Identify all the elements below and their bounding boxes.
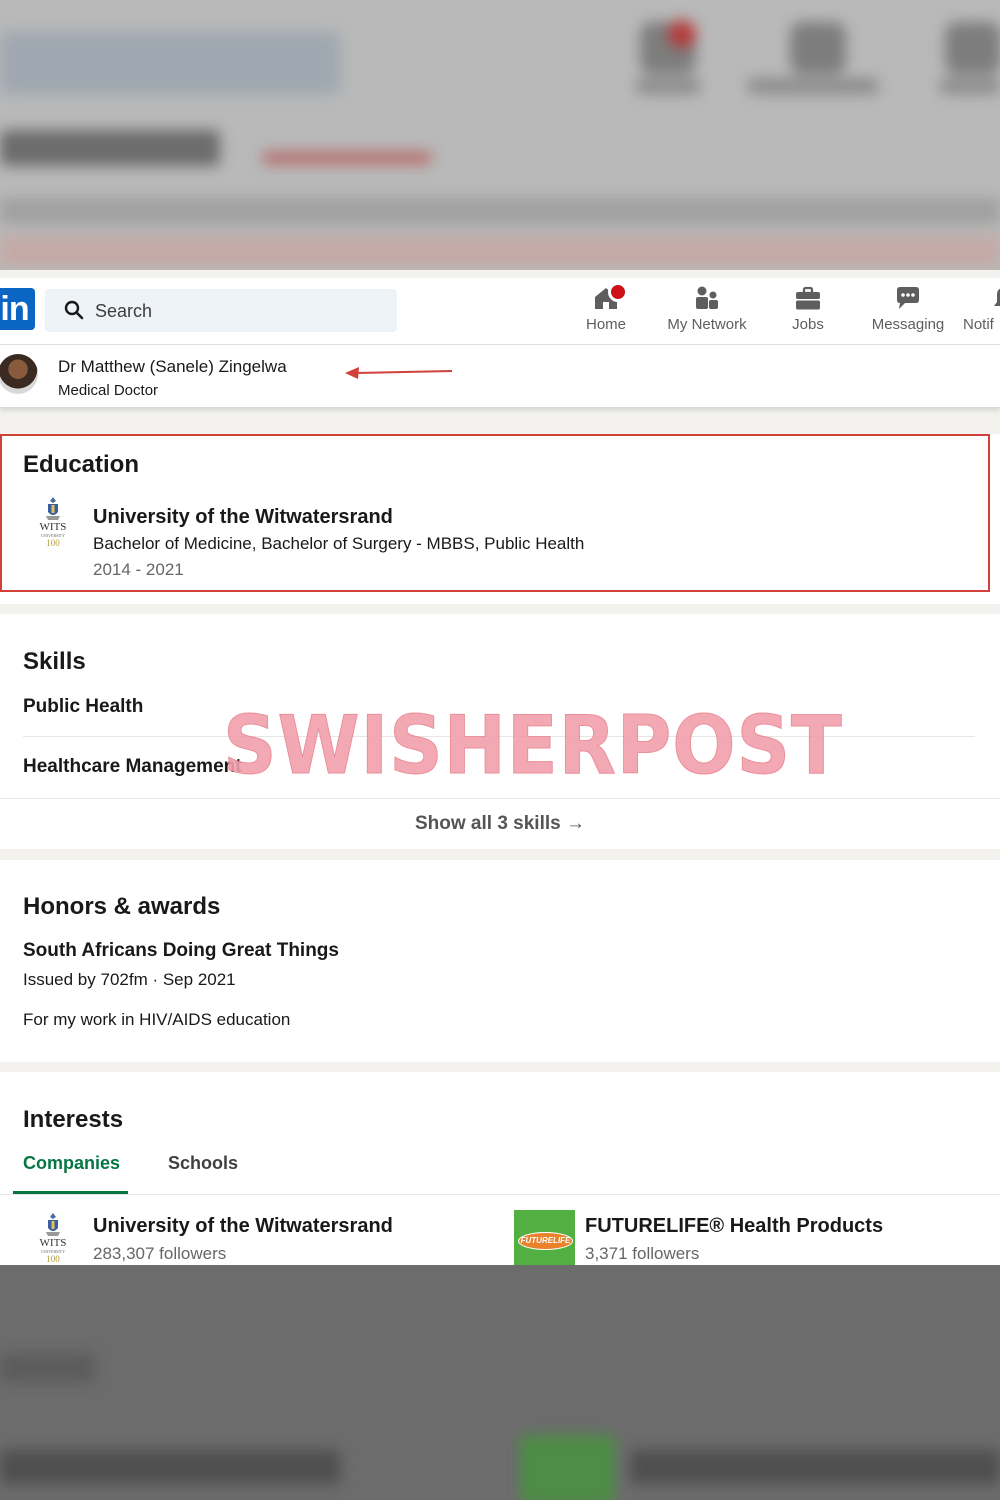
education-section: Education WITS UNIVERSITY 100 University…	[0, 434, 1000, 604]
company-name[interactable]: FUTURELIFE® Health Products	[585, 1215, 883, 1238]
school-name[interactable]: University of the Witwatersrand	[93, 506, 393, 529]
wits-logo[interactable]: WITS UNIVERSITY 100	[35, 1212, 71, 1264]
skills-heading: Skills	[23, 648, 86, 675]
blurred-backdrop-top	[0, 0, 1000, 270]
notification-badge	[608, 282, 628, 302]
nav-messaging-label: Messaging	[871, 316, 945, 333]
interests-heading: Interests	[23, 1106, 124, 1133]
tab-schools[interactable]: Schools	[168, 1153, 238, 1174]
nav-messaging[interactable]: Messaging	[866, 284, 950, 340]
interests-section: Interests Companies Schools WITS UNIVERS…	[0, 1072, 1000, 1265]
watermark: SWISHERPOST	[223, 699, 843, 792]
nav-my-network-label: My Network	[667, 316, 747, 333]
education-heading: Education	[23, 451, 140, 478]
nav-home[interactable]: Home	[584, 282, 628, 340]
search-icon	[64, 300, 84, 320]
blurred-backdrop-bottom	[0, 1265, 1000, 1500]
red-arrow-annotation	[345, 367, 453, 379]
nav-notifications[interactable]: Notif	[963, 284, 1000, 340]
chat-icon	[897, 287, 919, 309]
crest-icon	[46, 497, 60, 520]
nav-jobs-label: Jobs	[792, 316, 824, 333]
search-bar[interactable]	[45, 289, 397, 334]
tab-divider	[0, 1194, 1000, 1195]
top-navigation-bar: in Home My Network	[0, 278, 1000, 345]
skill-item[interactable]: Public Health	[23, 696, 143, 718]
skill-item[interactable]: Healthcare Management	[23, 756, 242, 778]
bell-icon	[994, 288, 1000, 306]
show-all-skills-button[interactable]: Show all 3 skills →	[0, 798, 1000, 849]
tab-companies[interactable]: Companies	[23, 1153, 120, 1174]
company-name[interactable]: University of the Witwatersrand	[93, 1215, 393, 1238]
wits-logo[interactable]: WITS UNIVERSITY 100	[35, 496, 71, 548]
nav-notifications-label: Notif	[963, 316, 994, 333]
linkedin-profile-screenshot: in Home My Network	[0, 270, 1000, 1265]
sticky-profile-header: Dr Matthew (Sanele) Zingelwa Medical Doc…	[0, 345, 1000, 408]
futurelife-logo[interactable]: FUTURELIFE	[514, 1210, 575, 1265]
education-years: 2014 - 2021	[93, 560, 184, 579]
avatar[interactable]	[0, 354, 38, 394]
profile-headline: Medical Doctor	[58, 382, 159, 399]
linkedin-logo[interactable]: in	[0, 288, 35, 330]
award-issuer: Issued by 702fm · Sep 2021	[23, 970, 236, 989]
briefcase-icon	[796, 286, 820, 310]
nav-my-network[interactable]: My Network	[662, 284, 752, 340]
nav-jobs[interactable]: Jobs	[788, 284, 828, 340]
search-input[interactable]	[93, 289, 387, 334]
company-followers: 283,307 followers	[93, 1244, 227, 1263]
company-followers: 3,371 followers	[585, 1244, 700, 1263]
network-icon	[696, 286, 718, 309]
honors-awards-section: Honors & awards South Africans Doing Gre…	[0, 860, 1000, 1062]
profile-name: Dr Matthew (Sanele) Zingelwa	[58, 357, 287, 376]
honors-heading: Honors & awards	[23, 893, 221, 920]
award-title: South Africans Doing Great Things	[23, 940, 339, 961]
crest-icon	[46, 1213, 60, 1236]
nav-home-label: Home	[585, 316, 626, 333]
degree-text: Bachelor of Medicine, Bachelor of Surger…	[93, 534, 585, 553]
award-description: For my work in HIV/AIDS education	[23, 1010, 291, 1029]
